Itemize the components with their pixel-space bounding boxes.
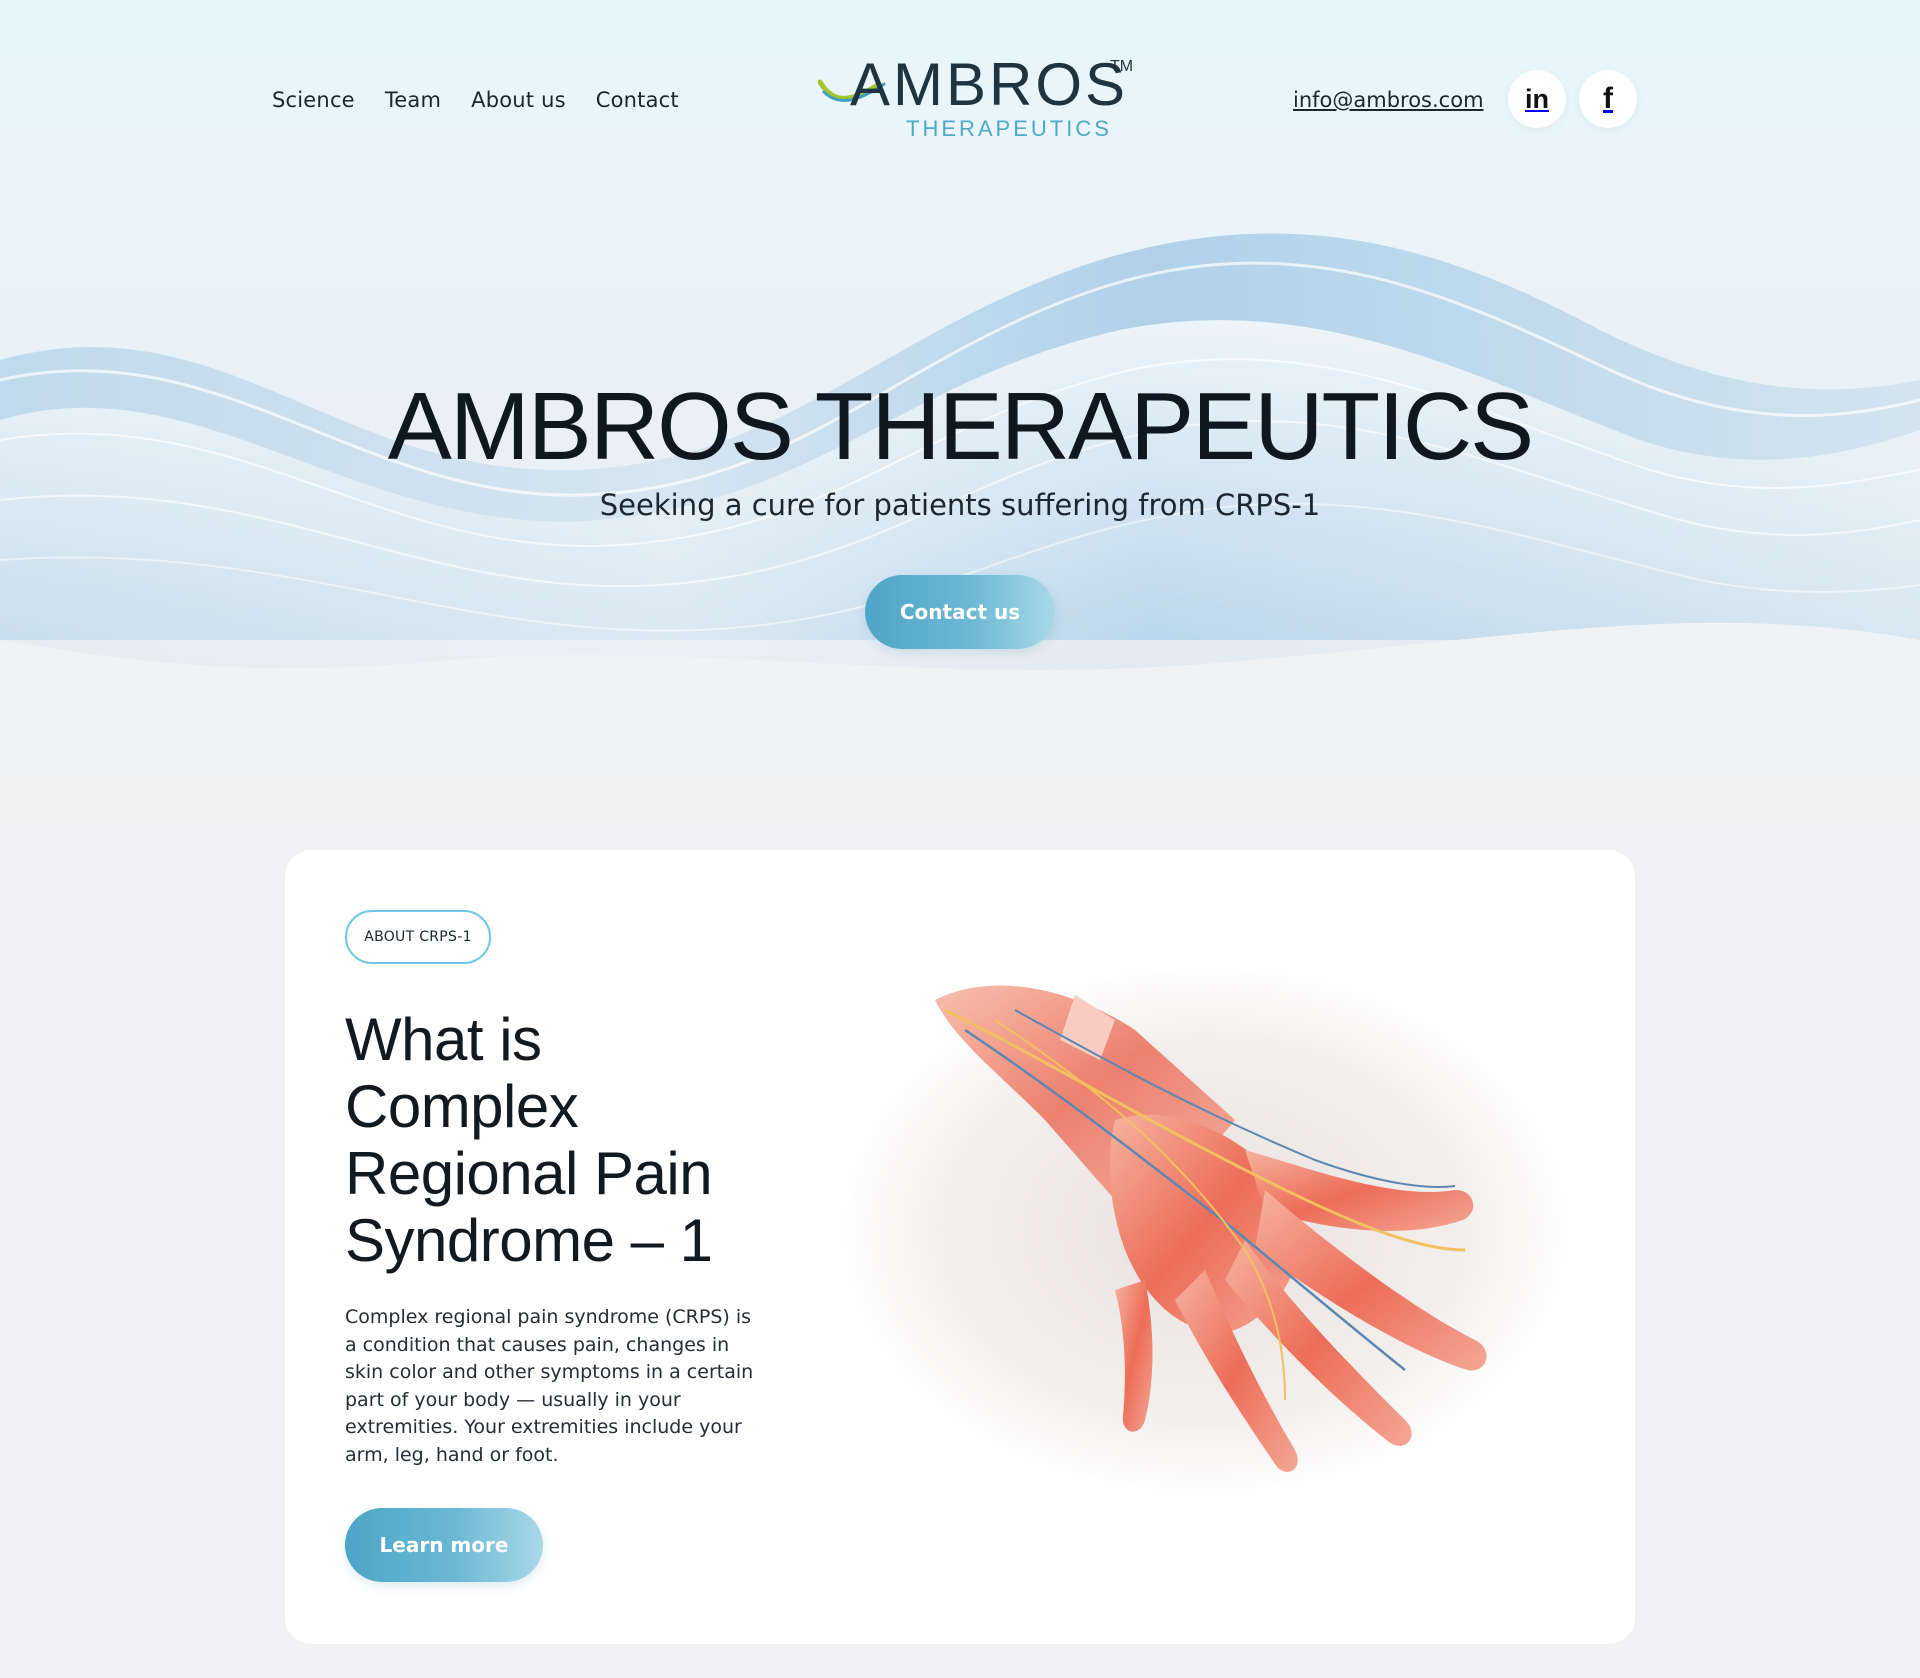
nav-contact[interactable]: Contact bbox=[596, 88, 679, 112]
hero-title: AMBROS THERAPEUTICS bbox=[387, 373, 1534, 480]
about-crps-card: ABOUT CRPS-1 What is Complex Regional Pa… bbox=[285, 850, 1635, 1644]
logo-trademark: TM bbox=[1110, 58, 1134, 75]
logo-subtitle: THERAPEUTICS bbox=[906, 116, 1112, 141]
hero-section: Science Team About us Contact AMBROS TM … bbox=[0, 0, 1920, 820]
ambros-logo[interactable]: AMBROS TM THERAPEUTICS bbox=[818, 50, 1138, 150]
linkedin-button[interactable]: in bbox=[1508, 70, 1566, 128]
linkedin-icon: in bbox=[1525, 83, 1549, 114]
main-nav: Science Team About us Contact bbox=[272, 88, 679, 112]
section-badge: ABOUT CRPS-1 bbox=[345, 910, 491, 964]
facebook-button[interactable]: f bbox=[1579, 70, 1637, 128]
nav-team[interactable]: Team bbox=[385, 88, 441, 112]
hero-subtitle: Seeking a cure for patients suffering fr… bbox=[599, 488, 1321, 522]
facebook-icon: f bbox=[1603, 82, 1613, 115]
section-description: Complex regional pain syndrome (CRPS) is… bbox=[345, 1306, 754, 1466]
email-link[interactable]: info@ambros.com bbox=[1293, 88, 1484, 112]
hand-anatomy-image bbox=[835, 960, 1575, 1500]
logo-wordmark: AMBROS bbox=[850, 51, 1129, 118]
contact-us-button[interactable]: Contact us bbox=[865, 575, 1055, 649]
nav-science[interactable]: Science bbox=[272, 88, 355, 112]
section-title: What is Complex Regional Pain Syndrome –… bbox=[345, 1006, 713, 1274]
learn-more-button[interactable]: Learn more bbox=[345, 1508, 543, 1582]
nav-about-us[interactable]: About us bbox=[471, 88, 566, 112]
